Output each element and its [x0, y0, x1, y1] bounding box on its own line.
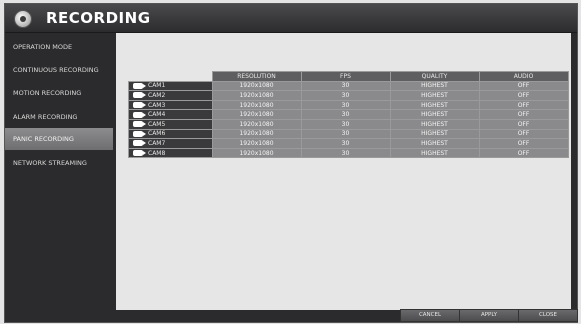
camera-cell: CAM8 — [128, 147, 213, 159]
camera-cell: CAM6 — [128, 128, 213, 140]
recording-window: RECORDING OPERATION MODE CONTINUOUS RECO… — [4, 3, 578, 323]
sidebar-item-alarm-recording[interactable]: ALARM RECORDING — [5, 106, 113, 128]
quality-cell[interactable]: HIGHEST — [389, 90, 480, 101]
close-button[interactable]: CLOSE — [518, 309, 578, 322]
resolution-cell[interactable]: 1920x1080 — [211, 118, 302, 130]
camera-icon — [133, 111, 146, 118]
resolution-cell[interactable]: 1920x1080 — [211, 138, 302, 149]
camera-icon — [133, 130, 146, 137]
camera-name: CAM1 — [148, 82, 166, 90]
camera-name: CAM5 — [148, 120, 166, 128]
camera-name: CAM4 — [148, 111, 166, 119]
sidebar: OPERATION MODE CONTINUOUS RECORDING MOTI… — [5, 33, 115, 322]
camera-icon — [133, 82, 146, 89]
camera-icon — [133, 102, 146, 109]
resolution-cell[interactable]: 1920x1080 — [211, 109, 302, 120]
sidebar-item-panic-recording[interactable]: PANIC RECORDING — [5, 128, 113, 150]
sidebar-item-network-streaming[interactable]: NETWORK STREAMING — [5, 152, 113, 174]
camera-name: CAM7 — [148, 139, 166, 147]
fps-cell[interactable]: 30 — [300, 118, 391, 130]
sidebar-item-operation-mode[interactable]: OPERATION MODE — [5, 36, 113, 58]
camera-cell: CAM1 — [128, 80, 213, 92]
audio-cell[interactable]: OFF — [478, 99, 569, 111]
camera-name: CAM6 — [148, 130, 166, 138]
recording-table: RESOLUTION FPS QUALITY AUDIO CAM1 1920x1… — [128, 71, 569, 159]
resolution-cell[interactable]: 1920x1080 — [211, 99, 302, 111]
table-row[interactable]: CAM7 1920x1080 30 HIGHEST OFF — [128, 138, 569, 149]
cancel-button[interactable]: CANCEL — [400, 309, 460, 322]
quality-cell[interactable]: HIGHEST — [389, 109, 480, 120]
resolution-cell[interactable]: 1920x1080 — [211, 80, 302, 92]
table-row[interactable]: CAM1 1920x1080 30 HIGHEST OFF — [128, 80, 569, 92]
camera-cell: CAM7 — [128, 138, 213, 149]
audio-cell[interactable]: OFF — [478, 90, 569, 101]
apply-button[interactable]: APPLY — [459, 309, 519, 322]
quality-cell[interactable]: HIGHEST — [389, 147, 480, 159]
header-fps: FPS — [300, 71, 391, 82]
header-audio: AUDIO — [478, 71, 569, 82]
table-row[interactable]: CAM2 1920x1080 30 HIGHEST OFF — [128, 90, 569, 101]
header-resolution: RESOLUTION — [211, 71, 302, 82]
table-header-row: RESOLUTION FPS QUALITY AUDIO — [129, 71, 569, 82]
quality-cell[interactable]: HIGHEST — [389, 128, 480, 140]
camera-icon — [133, 140, 146, 147]
audio-cell[interactable]: OFF — [478, 128, 569, 140]
fps-cell[interactable]: 30 — [300, 128, 391, 140]
fps-cell[interactable]: 30 — [300, 138, 391, 149]
sidebar-item-continuous-recording[interactable]: CONTINUOUS RECORDING — [5, 59, 113, 81]
camera-cell: CAM4 — [128, 109, 213, 120]
camera-name: CAM2 — [148, 91, 166, 99]
camera-cell: CAM3 — [128, 99, 213, 111]
table-row[interactable]: CAM8 1920x1080 30 HIGHEST OFF — [128, 147, 569, 159]
resolution-cell[interactable]: 1920x1080 — [211, 147, 302, 159]
sidebar-item-motion-recording[interactable]: MOTION RECORDING — [5, 82, 113, 104]
camera-cell: CAM5 — [128, 118, 213, 130]
audio-cell[interactable]: OFF — [478, 138, 569, 149]
camera-icon — [133, 150, 146, 157]
audio-cell[interactable]: OFF — [478, 80, 569, 92]
table-row[interactable]: CAM4 1920x1080 30 HIGHEST OFF — [128, 109, 569, 120]
table-row[interactable]: CAM6 1920x1080 30 HIGHEST OFF — [128, 128, 569, 140]
main-panel: RESOLUTION FPS QUALITY AUDIO CAM1 1920x1… — [116, 33, 571, 310]
fps-cell[interactable]: 30 — [300, 90, 391, 101]
table-row[interactable]: CAM5 1920x1080 30 HIGHEST OFF — [128, 118, 569, 130]
quality-cell[interactable]: HIGHEST — [389, 138, 480, 149]
window-title: RECORDING — [46, 9, 151, 27]
camera-name: CAM8 — [148, 149, 166, 157]
resolution-cell[interactable]: 1920x1080 — [211, 90, 302, 101]
film-reel-icon — [14, 10, 32, 28]
camera-name: CAM3 — [148, 101, 166, 109]
audio-cell[interactable]: OFF — [478, 118, 569, 130]
title-bar: RECORDING — [5, 4, 577, 33]
resolution-cell[interactable]: 1920x1080 — [211, 128, 302, 140]
camera-cell: CAM2 — [128, 90, 213, 101]
header-blank — [129, 72, 213, 82]
audio-cell[interactable]: OFF — [478, 147, 569, 159]
camera-icon — [133, 92, 146, 99]
fps-cell[interactable]: 30 — [300, 109, 391, 120]
header-quality: QUALITY — [389, 71, 480, 82]
fps-cell[interactable]: 30 — [300, 80, 391, 92]
fps-cell[interactable]: 30 — [300, 147, 391, 159]
audio-cell[interactable]: OFF — [478, 109, 569, 120]
quality-cell[interactable]: HIGHEST — [389, 99, 480, 111]
table-row[interactable]: CAM3 1920x1080 30 HIGHEST OFF — [128, 99, 569, 111]
quality-cell[interactable]: HIGHEST — [389, 80, 480, 92]
quality-cell[interactable]: HIGHEST — [389, 118, 480, 130]
fps-cell[interactable]: 30 — [300, 99, 391, 111]
camera-icon — [133, 121, 146, 128]
